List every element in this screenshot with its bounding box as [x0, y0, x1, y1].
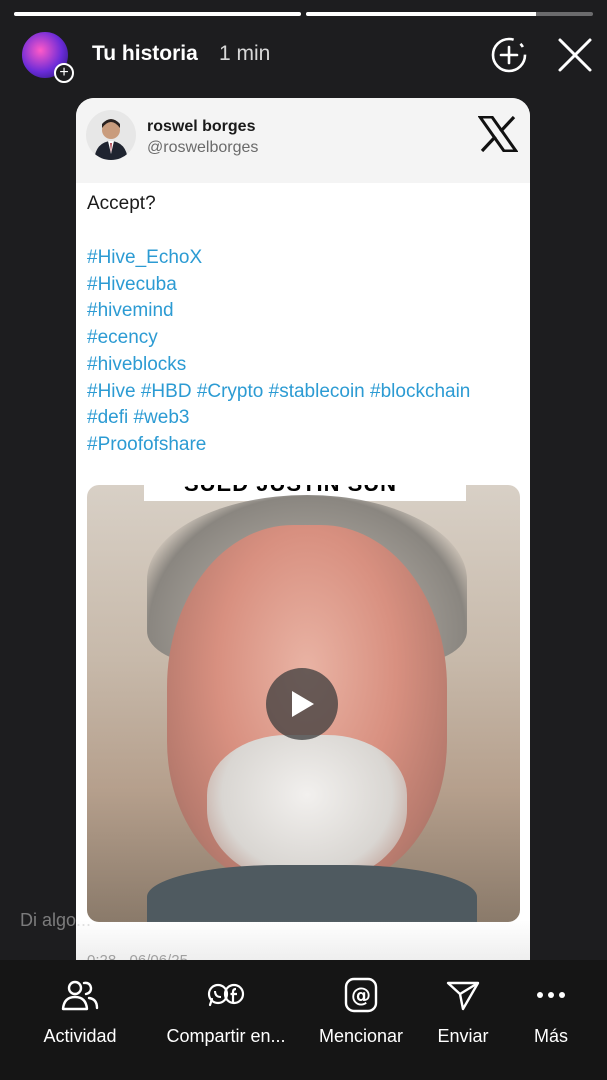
progress-segment-1 — [14, 12, 301, 16]
hashtag-line[interactable]: #ecency — [87, 325, 470, 352]
hashtag-line[interactable]: #defi #web3 — [87, 405, 470, 432]
post-header: roswel borges @roswelborges — [76, 98, 530, 183]
video-frame-shirt — [147, 865, 477, 922]
story-progress — [14, 12, 593, 16]
send-label: Enviar — [437, 1026, 489, 1046]
hashtag-line[interactable]: #Proofofshare — [87, 432, 470, 459]
x-logo-icon — [477, 115, 519, 153]
close-icon — [558, 38, 592, 72]
progress-segment-2 — [306, 12, 593, 16]
close-button[interactable] — [556, 36, 594, 74]
more-icon — [522, 976, 580, 1014]
hashtag-list: #Hive_EchoX #Hivecuba #hivemind #ecency … — [87, 245, 470, 459]
share-to-button[interactable]: Compartir en... — [160, 976, 292, 1047]
play-icon — [292, 691, 314, 717]
send-icon — [430, 976, 496, 1014]
dashed-plus-circle-icon — [491, 37, 527, 73]
more-button[interactable]: Más — [522, 976, 580, 1047]
mention-button[interactable]: @ Mencionar — [313, 976, 409, 1047]
activity-label: Actividad — [43, 1026, 117, 1046]
mention-icon: @ — [313, 976, 409, 1014]
hashtag-line[interactable]: #Hivecuba — [87, 272, 470, 299]
reply-input[interactable]: Di algo... — [20, 910, 91, 931]
story-time: 1 min — [219, 42, 271, 65]
more-label: Más — [533, 1026, 568, 1046]
shared-post-card[interactable]: roswel borges @roswelborges Accept? #Hiv… — [76, 98, 530, 980]
story-title: Tu historia — [92, 42, 198, 65]
hashtag-line[interactable]: #Hive #HBD #Crypto #stablecoin #blockcha… — [87, 379, 470, 406]
video-player[interactable]: SUED JUSTIN SUN — [87, 485, 520, 922]
svg-text:@: @ — [351, 983, 371, 1007]
hashtag-line[interactable]: #hiveblocks — [87, 352, 470, 379]
video-frame-beard — [207, 735, 407, 885]
hashtag-line[interactable]: #hivemind — [87, 298, 470, 325]
author-handle: @roswelborges — [147, 139, 259, 156]
send-button[interactable]: Enviar — [430, 976, 496, 1047]
whatsapp-facebook-icon — [160, 976, 292, 1014]
add-story-icon[interactable]: + — [54, 63, 74, 83]
add-to-story-button[interactable] — [490, 36, 528, 74]
author-name: roswel borges — [147, 118, 256, 135]
people-icon — [30, 976, 130, 1014]
activity-button[interactable]: Actividad — [30, 976, 130, 1047]
mention-label: Mencionar — [318, 1026, 404, 1046]
play-button[interactable] — [266, 668, 338, 740]
post-text: Accept? — [87, 193, 156, 214]
hashtag-line[interactable]: #Hive_EchoX — [87, 245, 470, 272]
author-avatar — [86, 110, 136, 160]
share-to-label: Compartir en... — [166, 1026, 286, 1046]
